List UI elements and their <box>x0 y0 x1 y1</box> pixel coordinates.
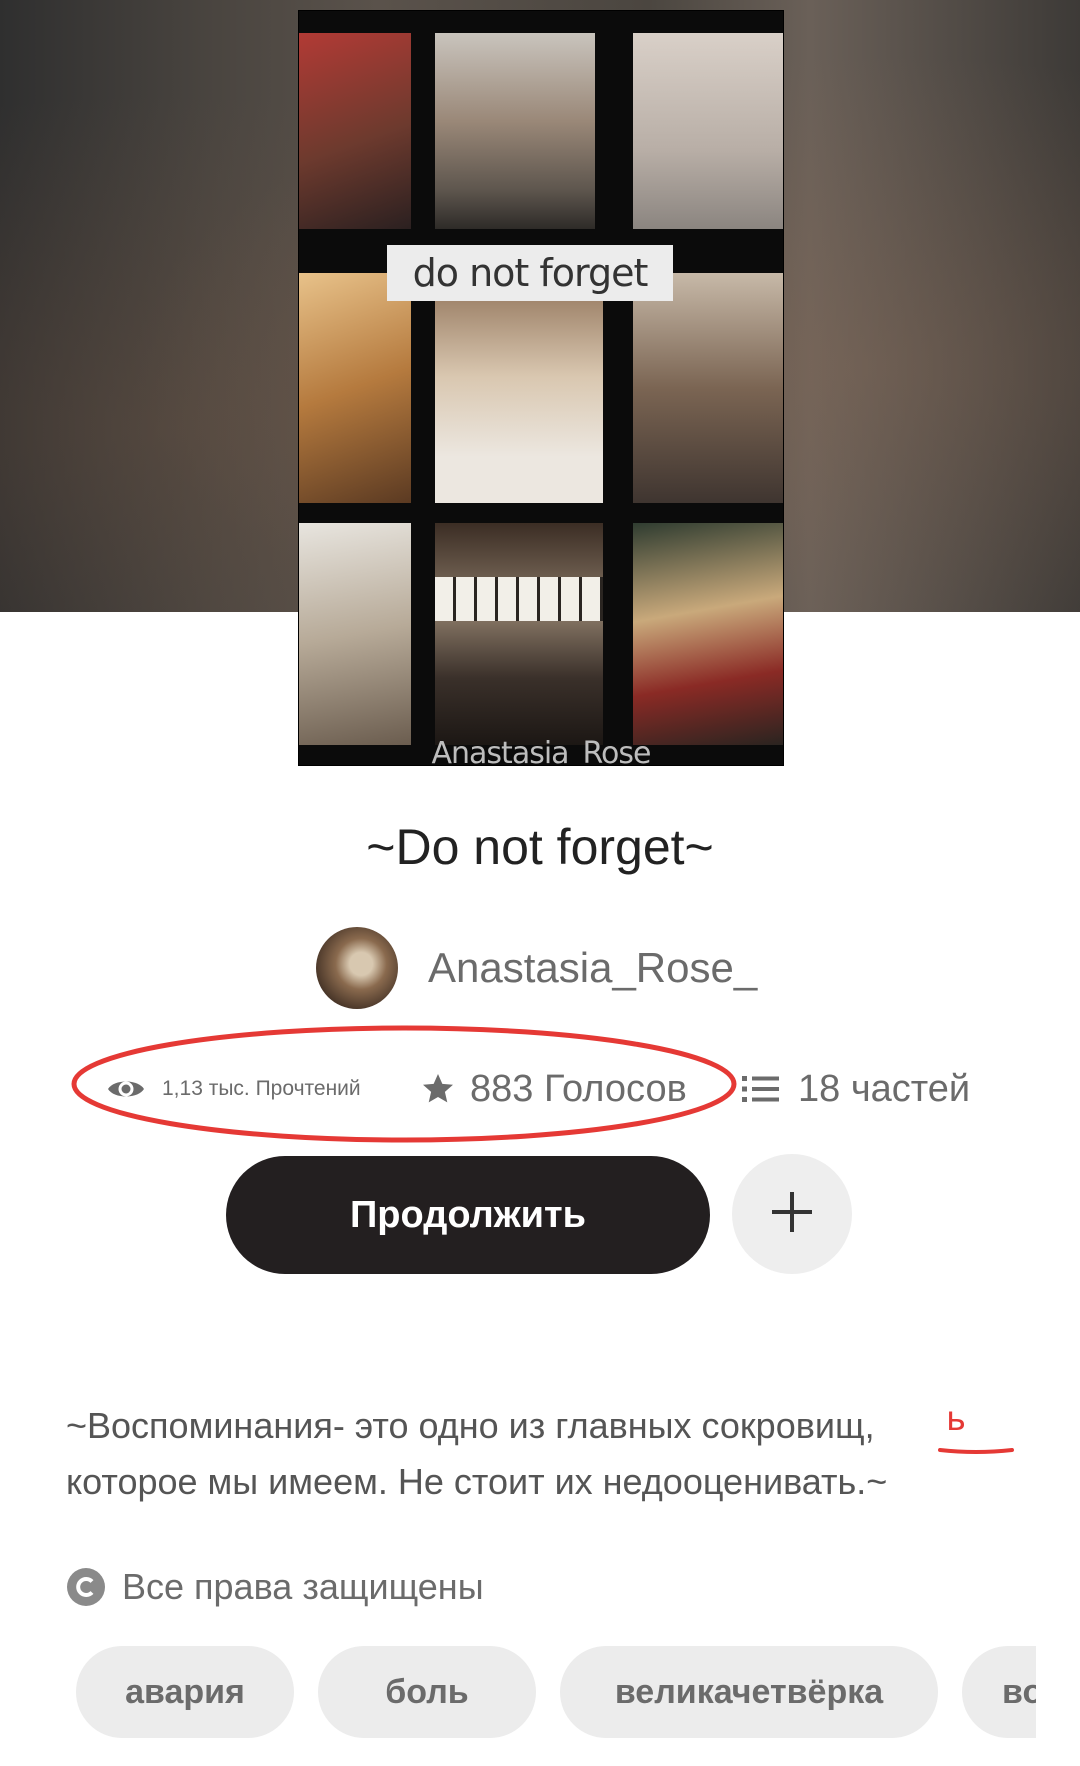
parts-count[interactable]: 18 частей <box>798 1068 970 1111</box>
book-cover[interactable]: do not forget Anastasia_Rose <box>298 10 784 766</box>
tag-chip[interactable]: авария <box>76 1646 294 1738</box>
plus-icon <box>770 1190 814 1239</box>
avatar[interactable] <box>316 927 398 1009</box>
collage-photo <box>435 33 595 229</box>
description-line: ~Воспоминания- это одно из главных сокро… <box>66 1405 875 1446</box>
copyright-row: Все права защищены <box>66 1562 484 1612</box>
story-description: ~Воспоминания- это одно из главных сокро… <box>66 1398 1026 1510</box>
tag-chip[interactable]: боль <box>318 1646 536 1738</box>
cover-author: Anastasia_Rose <box>431 736 652 766</box>
tag-chip[interactable]: во <box>962 1646 1036 1738</box>
list-icon <box>742 1074 780 1104</box>
collage-photo <box>633 33 783 229</box>
tag-chip[interactable]: великачетвёрка <box>560 1646 938 1738</box>
collage-photo <box>299 33 411 229</box>
add-to-library-button[interactable] <box>732 1154 852 1274</box>
description-line: которое мы имеем. Не стоит их недооценив… <box>66 1461 888 1502</box>
annotation-correction: ь <box>938 1399 1014 1454</box>
collage-photo <box>435 523 603 745</box>
author-name[interactable]: Anastasia_Rose_ <box>428 944 757 992</box>
correction-letter: ь <box>946 1399 966 1439</box>
copyright-icon <box>66 1567 106 1607</box>
continue-reading-button[interactable]: Продолжить <box>226 1156 710 1274</box>
parts-stat[interactable]: 18 частей <box>742 1054 970 1124</box>
cover-title: do not forget <box>387 245 673 301</box>
collage-photo <box>633 523 783 745</box>
annotation-ellipse <box>71 1025 737 1143</box>
author-link[interactable]: Anastasia_Rose_ <box>316 926 757 1010</box>
collage-photo <box>435 273 603 503</box>
tag-list: авария боль великачетвёрка во <box>76 1646 1036 1738</box>
collage-piano-keys <box>435 577 603 621</box>
collage-photo <box>299 273 411 503</box>
collage-photo <box>299 523 411 745</box>
copyright-label: Все права защищены <box>122 1566 484 1607</box>
collage-photo <box>633 273 783 503</box>
story-title: ~Do not forget~ <box>366 819 714 875</box>
